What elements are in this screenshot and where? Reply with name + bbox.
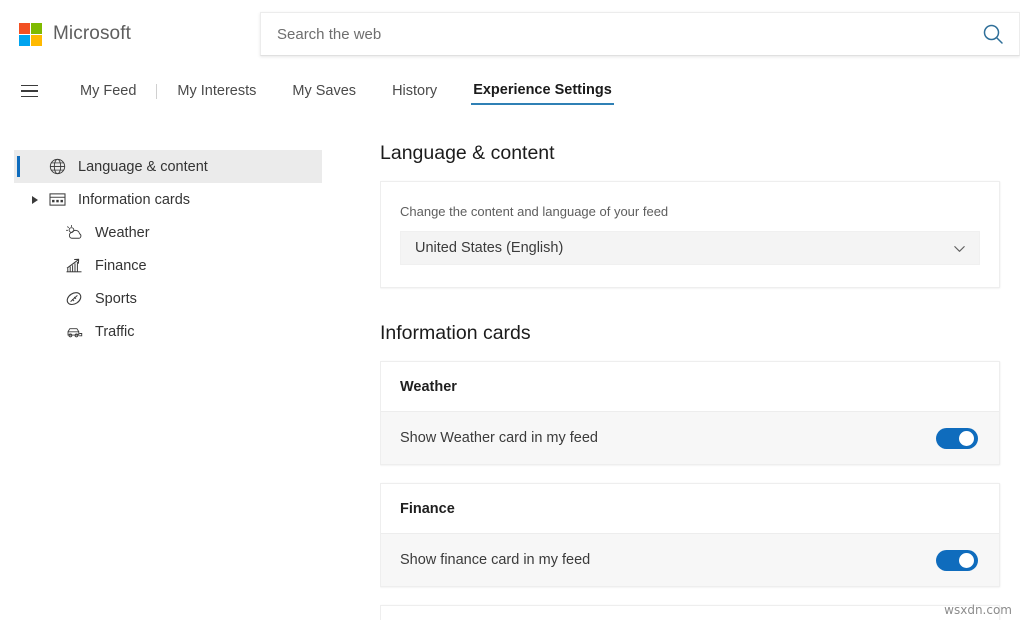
toggle-label: Show Weather card in my feed	[400, 430, 936, 446]
language-dropdown[interactable]: United States (English)	[400, 231, 980, 265]
sidebar-item-label: Traffic	[95, 324, 134, 340]
traffic-icon	[64, 322, 84, 342]
nav-item-experience-settings[interactable]: Experience Settings	[471, 78, 614, 104]
sidebar-item-label: Finance	[95, 258, 147, 274]
card-header: Weather	[381, 362, 999, 412]
language-field-label: Change the content and language of your …	[400, 204, 980, 219]
card-body: Show Weather card in my feed	[381, 412, 999, 464]
sidebar-item-finance[interactable]: Finance	[14, 249, 322, 282]
sidebar-item-label: Weather	[95, 225, 150, 241]
chevron-down-icon	[952, 241, 967, 256]
globe-icon	[47, 157, 67, 177]
brand-label: Microsoft	[53, 23, 131, 45]
page-header: Microsoft	[0, 0, 1020, 68]
card-sports: Sports	[380, 605, 1000, 620]
language-dropdown-value: United States (English)	[415, 240, 952, 256]
sidebar-item-label: Sports	[95, 291, 137, 307]
toggle-label: Show finance card in my feed	[400, 552, 936, 568]
expand-caret-icon[interactable]	[32, 196, 38, 204]
toggle-knob	[959, 553, 974, 568]
language-panel: Change the content and language of your …	[380, 181, 1000, 288]
nav-separator	[156, 84, 157, 99]
nav-item-my-feed[interactable]: My Feed	[78, 79, 138, 103]
card-weather: Weather Show Weather card in my feed	[380, 361, 1000, 465]
card-header: Finance	[381, 484, 999, 534]
weather-card-toggle[interactable]	[936, 428, 978, 449]
card-finance: Finance Show finance card in my feed	[380, 483, 1000, 587]
sidebar-item-information-cards[interactable]: Information cards	[14, 183, 322, 216]
nav-item-my-interests[interactable]: My Interests	[175, 79, 258, 103]
cards-section-title: Information cards	[380, 322, 1000, 345]
card-title: Weather	[400, 379, 457, 395]
sidebar-item-label: Language & content	[78, 159, 208, 175]
main-navigation: My Feed My Interests My Saves History Ex…	[0, 68, 1020, 114]
hamburger-icon[interactable]	[14, 76, 44, 106]
language-section-title: Language & content	[380, 142, 1000, 165]
search-input[interactable]	[261, 26, 967, 43]
search-button[interactable]	[967, 13, 1019, 55]
toggle-knob	[959, 431, 974, 446]
sidebar-item-weather[interactable]: Weather	[14, 216, 322, 249]
card-title: Finance	[400, 501, 455, 517]
sidebar-item-label: Information cards	[78, 192, 190, 208]
sidebar-item-language-content[interactable]: Language & content	[14, 150, 322, 183]
sidebar-item-traffic[interactable]: Traffic	[14, 315, 322, 348]
cards-icon	[47, 190, 67, 210]
card-header: Sports	[381, 606, 999, 620]
microsoft-logo-icon	[19, 23, 42, 46]
nav-item-my-saves[interactable]: My Saves	[290, 79, 358, 103]
watermark: wsxdn.com	[944, 603, 1012, 617]
page-body: Language & content Information cards	[0, 114, 1020, 620]
finance-card-toggle[interactable]	[936, 550, 978, 571]
selection-accent-bar	[17, 156, 20, 177]
card-body: Show finance card in my feed	[381, 534, 999, 586]
search-box[interactable]	[260, 12, 1020, 56]
settings-sidebar: Language & content Information cards	[0, 114, 380, 620]
weather-icon	[64, 223, 84, 243]
sidebar-item-sports[interactable]: Sports	[14, 282, 322, 315]
search-icon	[982, 23, 1004, 45]
microsoft-brand[interactable]: Microsoft	[19, 23, 131, 46]
finance-icon	[64, 256, 84, 276]
settings-main: Language & content Change the content an…	[380, 114, 1020, 620]
nav-item-history[interactable]: History	[390, 79, 439, 103]
sports-icon	[64, 289, 84, 309]
